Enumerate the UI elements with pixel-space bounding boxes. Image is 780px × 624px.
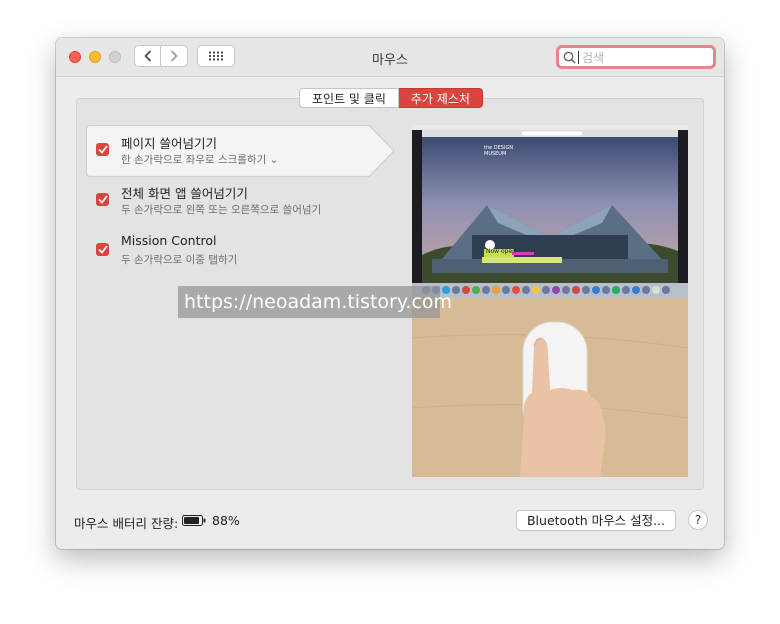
tab-bar: 포인트 및 클릭 추가 제스처 — [299, 88, 483, 108]
text-cursor — [578, 50, 579, 64]
battery-icon — [182, 515, 206, 526]
checkmark-icon — [97, 145, 108, 154]
preview-site-brand: the DESIGN MUSEUM — [484, 145, 514, 157]
gesture-subtitle: 두 손가락으로 왼쪽 또는 오른쪽으로 쓸어넘기 — [121, 204, 322, 216]
help-button[interactable]: ? — [688, 510, 708, 530]
gesture-item-mission-control[interactable]: Mission Control 두 손가락으로 이중 탭하기 — [86, 225, 396, 271]
checkbox-mission-control[interactable] — [96, 243, 109, 256]
preview-illustration — [412, 125, 688, 298]
preview-screen: the DESIGN MUSEUM Now open — [412, 125, 688, 298]
mouse-and-hand-photo — [412, 298, 688, 477]
tab-point-and-click[interactable]: 포인트 및 클릭 — [299, 88, 399, 108]
search-field[interactable]: 검색 — [556, 45, 716, 69]
battery-label: 마우스 배터리 잔량: — [74, 516, 179, 531]
preview-banner: Now open — [486, 248, 516, 255]
bluetooth-mouse-setup-button[interactable]: Bluetooth 마우스 설정... — [516, 510, 676, 531]
checkbox-swipe-pages[interactable] — [96, 143, 109, 156]
preferences-window: 마우스 검색 포인트 및 클릭 추가 제스처 페이지 쓸어넘기기 한 손가락으로… — [56, 38, 724, 549]
gesture-preview-video: the DESIGN MUSEUM Now open — [412, 125, 688, 477]
title-bar: 마우스 검색 — [56, 38, 724, 77]
watermark-text: https://neoadam.tistory.com — [178, 286, 452, 318]
tab-more-gestures[interactable]: 추가 제스처 — [398, 88, 483, 108]
gesture-item-swipe-fullscreen-apps[interactable]: 전체 화면 앱 쓸어넘기기 두 손가락으로 왼쪽 또는 오른쪽으로 쓸어넘기 — [86, 175, 396, 221]
battery-percent: 88% — [212, 513, 240, 528]
checkmark-icon — [97, 195, 108, 204]
gesture-subtitle: 두 손가락으로 이중 탭하기 — [121, 254, 238, 266]
search-placeholder: 검색 — [582, 50, 605, 65]
gesture-title: 전체 화면 앱 쓸어넘기기 — [121, 186, 248, 201]
checkmark-icon — [97, 245, 108, 254]
gesture-title: 페이지 쓸어넘기기 — [121, 136, 217, 151]
search-icon — [563, 51, 576, 64]
checkbox-swipe-fullscreen-apps[interactable] — [96, 193, 109, 206]
gesture-option-dropdown[interactable]: 한 손가락으로 좌우로 스크롤하기 ⌄ — [121, 152, 278, 167]
gesture-title: Mission Control — [121, 233, 217, 248]
gesture-item-swipe-pages[interactable]: 페이지 쓸어넘기기 한 손가락으로 좌우로 스크롤하기 ⌄ — [86, 125, 396, 177]
